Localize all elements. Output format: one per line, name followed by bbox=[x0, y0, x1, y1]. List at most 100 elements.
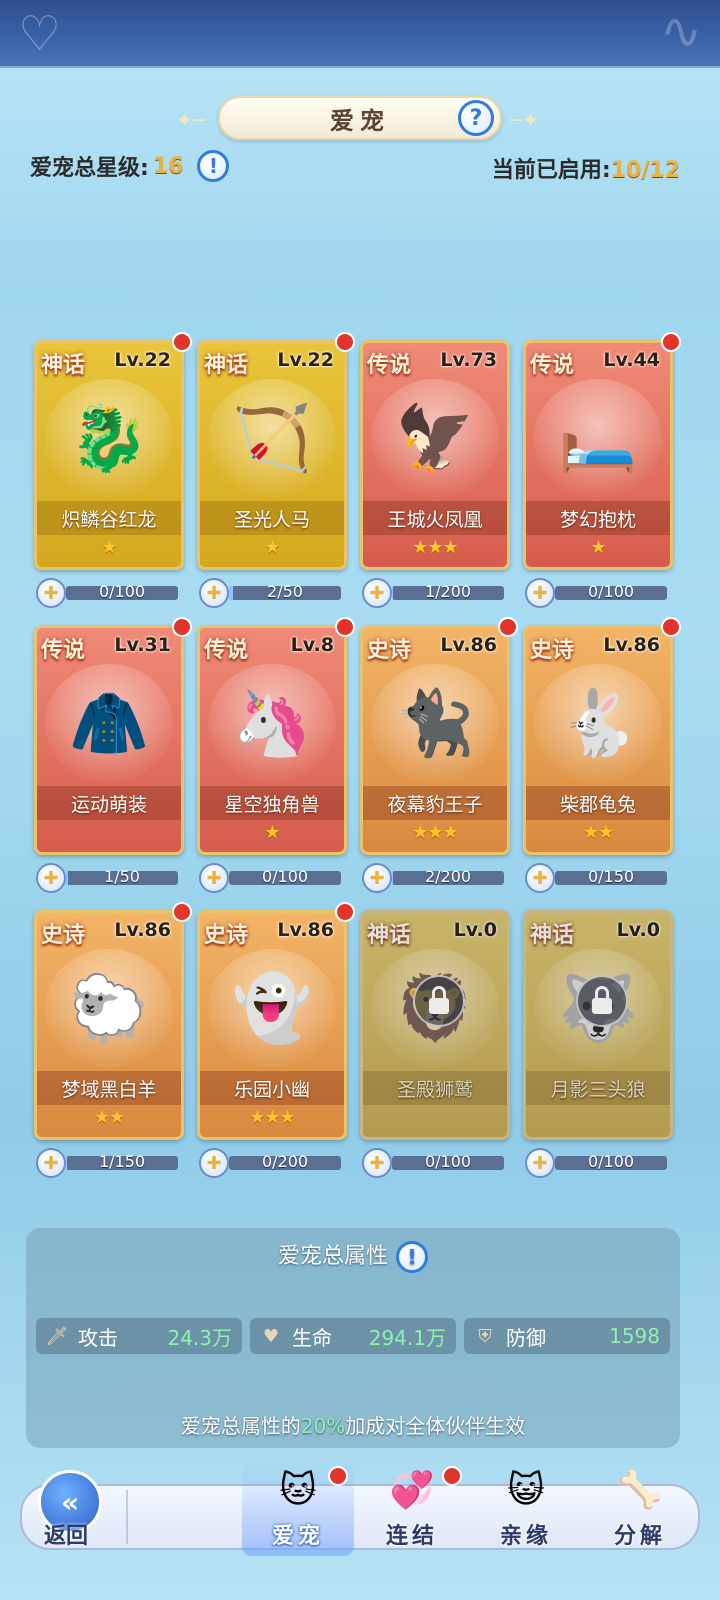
nav-divider bbox=[126, 1490, 128, 1544]
pet-art: 👻 bbox=[208, 949, 336, 1067]
attributes-row: 🗡 攻击 24.3万 ♥ 生命 294.1万 ⛨ 防御 1598 bbox=[36, 1318, 670, 1356]
pet-card[interactable]: 🧥 传说 Lv.31 运动萌装 bbox=[34, 625, 184, 855]
level-label: Lv.86 bbox=[114, 919, 171, 941]
note-suffix: 加成对全体伙伴生效 bbox=[345, 1414, 526, 1438]
back-button-label[interactable]: 返回 bbox=[44, 1518, 88, 1550]
star-rating: ★★ bbox=[582, 822, 614, 843]
heart-icon: ♥ bbox=[262, 1325, 280, 1347]
pet-art: 🐑 bbox=[45, 949, 173, 1067]
level-label: Lv.0 bbox=[453, 919, 497, 941]
puzzle-piece-icon[interactable]: ✚ bbox=[362, 578, 392, 608]
heart-link-icon: 💞 bbox=[389, 1470, 435, 1511]
tab-kinship[interactable]: 😺 亲缘 bbox=[470, 1460, 582, 1556]
pet-card[interactable]: 🐇 史诗 Lv.86 柴郡龟兔 ★★ bbox=[523, 625, 673, 855]
shard-progress: 2/200 ✚ bbox=[362, 863, 508, 893]
puzzle-piece-icon[interactable]: ✚ bbox=[36, 863, 66, 893]
pet-card[interactable]: 🦅 传说 Lv.73 王城火凤凰 ★★★ bbox=[360, 340, 510, 570]
pet-card-cell[interactable]: 👻 史诗 Lv.86 乐园小幽 ★★★ 0/200 ✚ bbox=[197, 902, 355, 1180]
puzzle-piece-icon[interactable]: ✚ bbox=[362, 1148, 392, 1178]
pet-name: 王城火凤凰 bbox=[363, 501, 507, 535]
puzzle-piece-icon[interactable]: ✚ bbox=[36, 578, 66, 608]
puzzle-piece-icon[interactable]: ✚ bbox=[525, 578, 555, 608]
pet-card[interactable]: 👻 史诗 Lv.86 乐园小幽 ★★★ bbox=[197, 910, 347, 1140]
progress-text: 0/100 bbox=[587, 582, 635, 601]
pet-card-cell[interactable]: 🐑 史诗 Lv.86 梦域黑白羊 ★★ 1/150 ✚ bbox=[34, 902, 192, 1180]
pet-card[interactable]: 🐑 史诗 Lv.86 梦域黑白羊 ★★ bbox=[34, 910, 184, 1140]
enabled-summary: 当前已启用:10/12 bbox=[492, 152, 680, 184]
attributes-info-icon[interactable]: ! bbox=[396, 1241, 428, 1273]
pet-name: 乐园小幽 bbox=[200, 1071, 344, 1105]
pet-name: 梦幻抱枕 bbox=[526, 501, 670, 535]
pet-card-cell[interactable]: 🛏️ 传说 Lv.44 梦幻抱枕 ★ 0/100 ✚ bbox=[523, 332, 681, 610]
attack-value: 24.3万 bbox=[167, 1325, 232, 1350]
notification-dot bbox=[335, 332, 355, 352]
shard-progress: 1/50 ✚ bbox=[36, 863, 182, 893]
star-rating: ★ bbox=[590, 537, 606, 558]
pet-card-cell[interactable]: 🦁神话Lv.0圣殿狮鹫 0/100✚ bbox=[360, 910, 510, 1180]
pet-card-cell[interactable]: 🐉 神话 Lv.22 炽鳞谷红龙 ★ 0/100 ✚ bbox=[34, 332, 192, 610]
note-highlight: 20% bbox=[300, 1414, 346, 1438]
pet-card-cell[interactable]: 🦅 传说 Lv.73 王城火凤凰 ★★★ 1/200 ✚ bbox=[360, 340, 510, 610]
pet-card-cell[interactable]: 🦄 传说 Lv.8 星空独角兽 ★ 0/100 ✚ bbox=[197, 617, 355, 895]
tab-pet[interactable]: 🐱 爱宠 bbox=[242, 1460, 354, 1556]
tab-pet-label: 爱宠 bbox=[271, 1524, 324, 1549]
tab-decompose[interactable]: 🦴 分解 bbox=[584, 1460, 696, 1556]
puzzle-piece-icon[interactable]: ✚ bbox=[525, 1148, 555, 1178]
tab-link[interactable]: 💞 连结 bbox=[356, 1460, 468, 1556]
pet-card[interactable]: 🐉 神话 Lv.22 炽鳞谷红龙 ★ bbox=[34, 340, 184, 570]
star-rating: ★★★ bbox=[249, 1107, 295, 1128]
total-star-value: 16 bbox=[152, 153, 184, 179]
heart-arrow-icon: ♡ bbox=[18, 6, 62, 62]
pet-art: 🦄 bbox=[208, 664, 336, 782]
pet-card-cell[interactable]: 🐺神话Lv.0月影三头狼 0/100✚ bbox=[523, 910, 673, 1180]
puzzle-piece-icon[interactable]: ✚ bbox=[199, 578, 229, 608]
help-icon[interactable]: ? bbox=[458, 100, 494, 136]
shard-progress: 1/200 ✚ bbox=[362, 578, 508, 608]
attributes-title-row: 爱宠总属性! bbox=[26, 1238, 680, 1273]
puzzle-piece-icon[interactable]: ✚ bbox=[525, 863, 555, 893]
level-label: Lv.86 bbox=[277, 919, 334, 941]
note-prefix: 爱宠总属性的 bbox=[180, 1414, 301, 1438]
pet-card[interactable]: 🐺神话Lv.0月影三头狼 bbox=[523, 910, 673, 1140]
rarity-label: 神话 bbox=[204, 352, 249, 378]
shard-progress: 2/50 ✚ bbox=[199, 578, 345, 608]
puzzle-piece-icon[interactable]: ✚ bbox=[199, 1148, 229, 1178]
sword-icon: 🗡 bbox=[45, 1325, 69, 1347]
pet-name: 柴郡龟兔 bbox=[526, 786, 670, 820]
defense-label: 防御 bbox=[506, 1325, 546, 1350]
pet-name: 星空独角兽 bbox=[200, 786, 344, 820]
pet-card-cell[interactable]: 🐇 史诗 Lv.86 柴郡龟兔 ★★ 0/150 ✚ bbox=[523, 617, 681, 895]
pet-card[interactable]: 🦁神话Lv.0圣殿狮鹫 bbox=[360, 910, 510, 1140]
pet-card-cell[interactable]: 🐈‍⬛ 史诗 Lv.86 夜幕豹王子 ★★★ 2/200 ✚ bbox=[360, 617, 518, 895]
puzzle-piece-icon[interactable]: ✚ bbox=[36, 1148, 66, 1178]
shard-progress: 0/100 ✚ bbox=[362, 1148, 508, 1178]
pet-name: 梦域黑白羊 bbox=[37, 1071, 181, 1105]
rarity-label: 传说 bbox=[530, 352, 575, 378]
progress-text: 1/50 bbox=[104, 867, 140, 886]
lock-icon bbox=[413, 975, 465, 1027]
puzzle-piece-icon[interactable]: ✚ bbox=[199, 863, 229, 893]
pet-card[interactable]: 🏹 神话 Lv.22 圣光人马 ★ bbox=[197, 340, 347, 570]
rarity-label: 史诗 bbox=[530, 637, 575, 663]
rarity-label: 史诗 bbox=[367, 637, 412, 663]
pet-art: 🏹 bbox=[208, 379, 336, 497]
pet-card-cell[interactable]: 🏹 神话 Lv.22 圣光人马 ★ 2/50 ✚ bbox=[197, 332, 355, 610]
tab-kinship-label: 亲缘 bbox=[499, 1524, 552, 1549]
notification-dot bbox=[172, 617, 192, 637]
pet-card[interactable]: 🦄 传说 Lv.8 星空独角兽 ★ bbox=[197, 625, 347, 855]
pet-card-cell[interactable]: 🧥 传说 Lv.31 运动萌装 1/50 ✚ bbox=[34, 617, 192, 895]
shard-progress: 0/200 ✚ bbox=[199, 1148, 345, 1178]
attack-stat: 🗡 攻击 24.3万 bbox=[36, 1318, 242, 1354]
level-label: Lv.73 bbox=[440, 349, 497, 371]
puzzle-piece-icon[interactable]: ✚ bbox=[362, 863, 392, 893]
progress-text: 0/200 bbox=[261, 1152, 309, 1171]
attack-label: 攻击 bbox=[78, 1325, 118, 1350]
level-label: Lv.86 bbox=[440, 634, 497, 656]
pet-card[interactable]: 🐈‍⬛ 史诗 Lv.86 夜幕豹王子 ★★★ bbox=[360, 625, 510, 855]
rarity-label: 传说 bbox=[367, 352, 412, 378]
info-icon[interactable]: ! bbox=[197, 150, 230, 182]
shard-progress: 0/100 ✚ bbox=[525, 1148, 671, 1178]
pet-card[interactable]: 🛏️ 传说 Lv.44 梦幻抱枕 ★ bbox=[523, 340, 673, 570]
attributes-title: 爱宠总属性 bbox=[277, 1244, 388, 1269]
notification-dot bbox=[172, 902, 192, 922]
